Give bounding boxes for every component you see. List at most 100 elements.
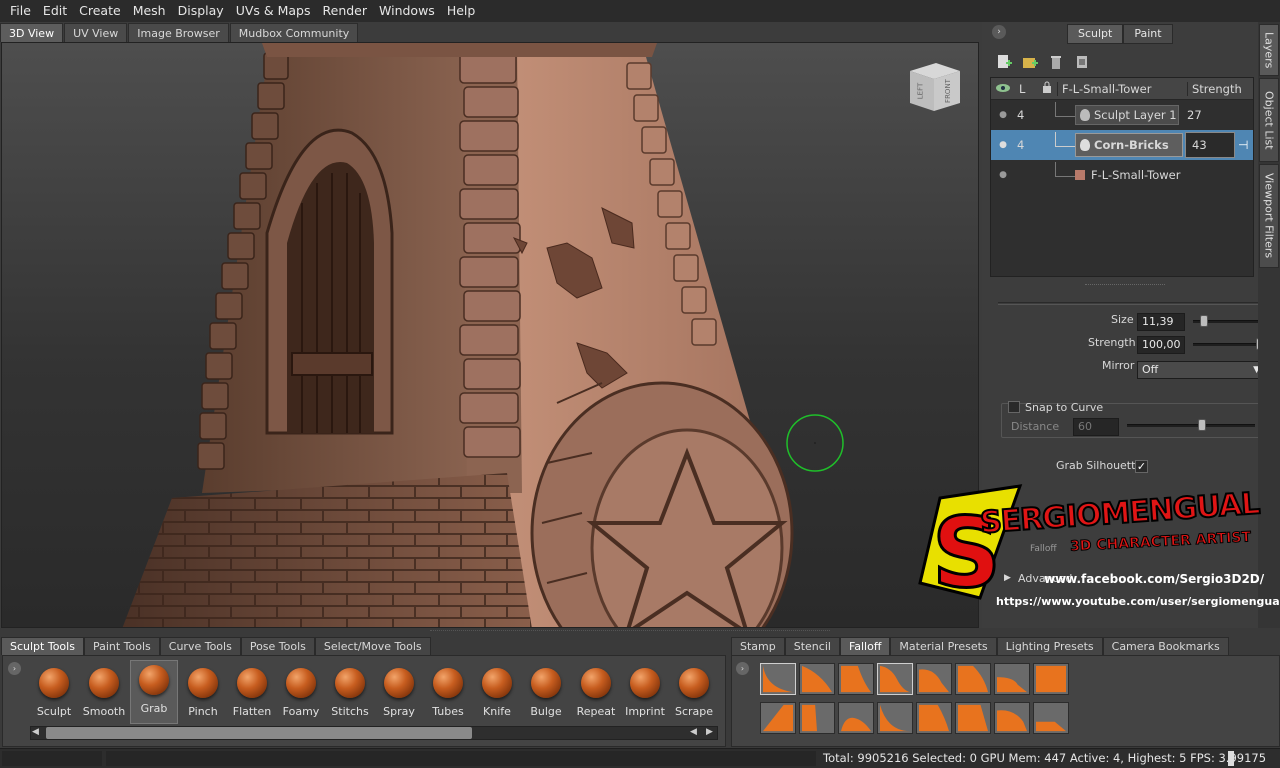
new-folder-icon[interactable]	[1022, 54, 1038, 70]
tool-stitchs[interactable]: Stitchs	[326, 664, 374, 724]
tab-uv-view[interactable]: UV View	[64, 23, 128, 42]
tab-image-browser[interactable]: Image Browser	[128, 23, 229, 42]
tool-grab[interactable]: Grab	[130, 660, 178, 724]
delete-layer-icon[interactable]	[1048, 54, 1064, 70]
tab-sculpt-tools[interactable]: Sculpt Tools	[1, 637, 84, 655]
side-tab-object-list[interactable]: Object List	[1259, 78, 1279, 162]
falloff-preset[interactable]	[955, 702, 991, 734]
tool-imprint[interactable]: Imprint	[621, 664, 669, 724]
side-tab-layers[interactable]: Layers	[1259, 24, 1279, 76]
tab-lighting-presets[interactable]: Lighting Presets	[996, 637, 1103, 655]
view-cube[interactable]: LEFT FRONT	[906, 61, 964, 113]
tool-tray-scroll-thumb[interactable]	[46, 727, 472, 739]
tool-knife[interactable]: Knife	[473, 664, 521, 724]
tab-stamp[interactable]: Stamp	[731, 637, 785, 655]
scroll-left-icon[interactable]: ◀	[32, 727, 39, 737]
brush-layer-icon	[1080, 109, 1090, 121]
divider	[998, 302, 1268, 305]
tool-flatten[interactable]: Flatten	[228, 664, 276, 724]
tool-smooth[interactable]: Smooth	[80, 664, 128, 724]
falloff-preset[interactable]	[955, 663, 991, 695]
layer-row-selected[interactable]: ● 4 Corn-Bricks 43 ⊣	[991, 130, 1253, 160]
falloff-preset[interactable]	[916, 702, 952, 734]
tab-stencil[interactable]: Stencil	[784, 637, 840, 655]
tab-sculpt-mode[interactable]: Sculpt	[1067, 24, 1124, 44]
layer-visibility-dot[interactable]: ●	[991, 140, 1015, 150]
sculpt-model	[122, 43, 844, 627]
distance-slider-knob[interactable]	[1198, 419, 1206, 431]
falloff-preset[interactable]	[994, 663, 1030, 695]
new-layer-icon[interactable]	[996, 54, 1012, 70]
falloff-tray-menu-icon[interactable]: ›	[736, 662, 749, 675]
snap-checkbox[interactable]	[1008, 401, 1020, 413]
strength-input[interactable]: 100,00	[1137, 336, 1185, 354]
menu-render[interactable]: Render	[317, 0, 374, 22]
tool-tubes[interactable]: Tubes	[424, 664, 472, 724]
layer-row[interactable]: ● 4 Sculpt Layer 1 27	[991, 100, 1253, 130]
falloff-preset[interactable]	[916, 663, 952, 695]
tab-curve-tools[interactable]: Curve Tools	[159, 637, 241, 655]
tool-foamy[interactable]: Foamy	[277, 664, 325, 724]
panel-splitter[interactable]	[1085, 284, 1165, 288]
strength-spinner-icon[interactable]: ⊣	[1238, 138, 1248, 152]
tool-bulge[interactable]: Bulge	[522, 664, 570, 724]
tab-pose-tools[interactable]: Pose Tools	[240, 637, 315, 655]
tool-pinch[interactable]: Pinch	[179, 664, 227, 724]
falloff-preset[interactable]	[838, 663, 874, 695]
size-input[interactable]: 11,39	[1137, 313, 1185, 331]
viewport-3d[interactable]: LEFT FRONT	[1, 42, 979, 628]
tab-paint-tools[interactable]: Paint Tools	[83, 637, 160, 655]
falloff-preset[interactable]	[760, 702, 796, 734]
tab-mudbox-community[interactable]: Mudbox Community	[229, 23, 359, 42]
falloff-preset[interactable]	[877, 702, 913, 734]
tab-camera-bookmarks[interactable]: Camera Bookmarks	[1102, 637, 1229, 655]
menu-uvs-maps[interactable]: UVs & Maps	[230, 0, 317, 22]
scroll-left-icon-2[interactable]: ◀	[690, 727, 697, 737]
tray-divider-handle[interactable]	[430, 630, 830, 633]
falloff-preset[interactable]	[799, 663, 835, 695]
tab-3d-view[interactable]: 3D View	[0, 23, 64, 42]
menu-mesh[interactable]: Mesh	[127, 0, 172, 22]
menu-file[interactable]: File	[4, 0, 37, 22]
falloff-preset[interactable]	[799, 702, 835, 734]
tab-material-presets[interactable]: Material Presets	[890, 637, 997, 655]
falloff-preset[interactable]	[1033, 702, 1069, 734]
tool-repeat[interactable]: Repeat	[572, 664, 620, 724]
layer-strength[interactable]: 27	[1179, 108, 1202, 122]
falloff-preset[interactable]	[1033, 663, 1069, 695]
mirror-select[interactable]: Off ▼	[1137, 361, 1265, 379]
tool-sculpt[interactable]: Sculpt	[30, 664, 78, 724]
layer-visibility-dot[interactable]: ●	[991, 170, 1015, 180]
side-tab-viewport-filters[interactable]: Viewport Filters	[1259, 164, 1279, 268]
falloff-preset[interactable]	[760, 663, 796, 695]
sculpt-tool-icon	[39, 668, 69, 698]
tool-tray-menu-icon[interactable]: ›	[8, 662, 21, 675]
layer-name[interactable]: Sculpt Layer 1	[1075, 105, 1179, 125]
distance-input[interactable]: 60	[1073, 418, 1119, 436]
layer-name[interactable]: Corn-Bricks	[1075, 133, 1183, 157]
status-field-2	[106, 751, 816, 766]
menu-edit[interactable]: Edit	[37, 0, 73, 22]
tab-paint-mode[interactable]: Paint	[1123, 24, 1173, 44]
distance-slider[interactable]	[1127, 424, 1255, 427]
size-slider-knob[interactable]	[1200, 315, 1208, 327]
tool-spray[interactable]: Spray	[375, 664, 423, 724]
falloff-preset[interactable]	[994, 702, 1030, 734]
scroll-right-icon[interactable]: ▶	[706, 727, 713, 737]
tool-scrape[interactable]: Scrape	[670, 664, 718, 724]
merge-layer-icon[interactable]	[1074, 54, 1090, 70]
menu-display[interactable]: Display	[172, 0, 230, 22]
falloff-preset[interactable]	[877, 663, 913, 695]
grab-silhouette-checkbox[interactable]: ✓	[1135, 460, 1148, 473]
menu-windows[interactable]: Windows	[373, 0, 441, 22]
menu-create[interactable]: Create	[73, 0, 127, 22]
tab-falloff[interactable]: Falloff	[839, 637, 891, 655]
layer-strength-input[interactable]: 43	[1185, 132, 1235, 158]
collapse-panel-button[interactable]: ›	[992, 25, 1006, 39]
layer-row-base[interactable]: ● F-L-Small-Tower	[991, 160, 1253, 190]
menu-help[interactable]: Help	[441, 0, 482, 22]
mode-tabs: Sculpt Paint	[1067, 24, 1173, 44]
falloff-preset[interactable]	[838, 702, 874, 734]
layer-visibility-dot[interactable]: ●	[991, 110, 1015, 120]
tab-select-move-tools[interactable]: Select/Move Tools	[314, 637, 431, 655]
